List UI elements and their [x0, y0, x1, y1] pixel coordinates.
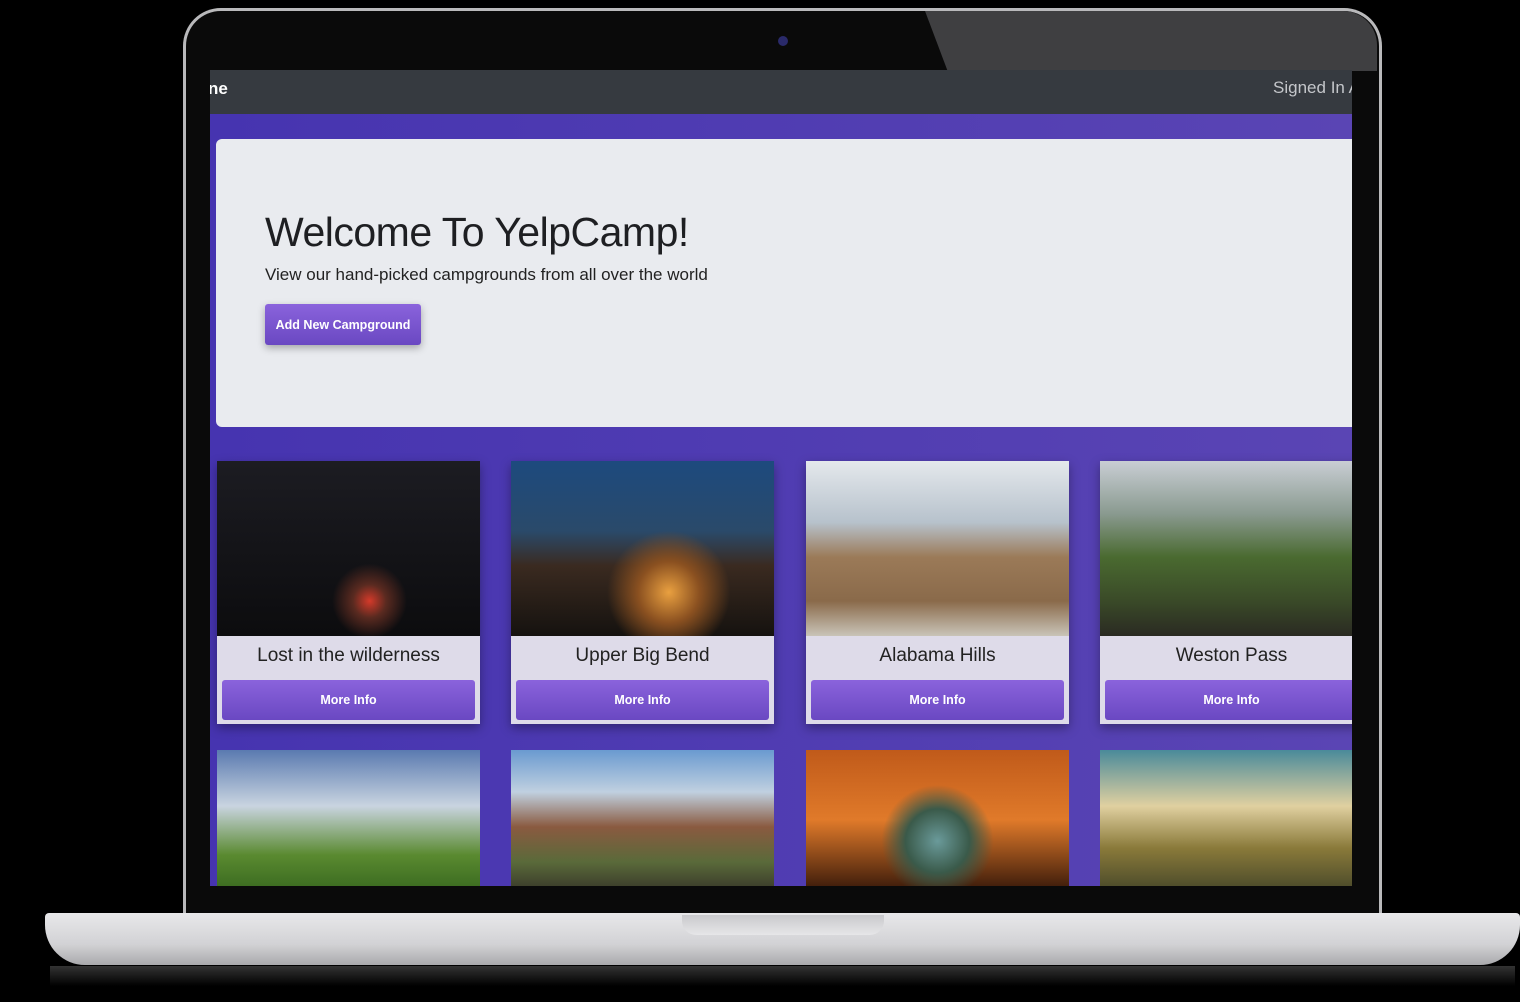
webcam-icon [778, 36, 788, 46]
campground-image[interactable] [511, 461, 774, 636]
navbar: ne Signed In A [210, 70, 1352, 114]
screen-glare [925, 11, 1377, 71]
laptop-reflection [50, 966, 1515, 986]
more-info-button[interactable]: More Info [811, 680, 1064, 720]
more-info-button[interactable]: More Info [222, 680, 475, 720]
campground-card: Alabama Hills More Info [806, 461, 1069, 724]
signed-in-status: Signed In A [1273, 78, 1352, 97]
navbar-brand[interactable]: ne [210, 79, 228, 99]
campground-card: Lost in the wilderness More Info [217, 461, 480, 724]
more-info-button[interactable]: More Info [1105, 680, 1352, 720]
jumbotron: Welcome To YelpCamp! View our hand-picke… [216, 139, 1352, 427]
campground-name: Weston Pass [1175, 645, 1288, 666]
page-title: Welcome To YelpCamp! [265, 209, 689, 255]
campground-name: Alabama Hills [879, 645, 996, 666]
campground-image[interactable] [1100, 461, 1352, 636]
campground-card: Upper Big Bend More Info [511, 461, 774, 724]
laptop-notch [682, 915, 884, 935]
add-campground-button[interactable]: Add New Campground [265, 304, 421, 345]
campground-image[interactable] [1100, 750, 1352, 886]
campground-name: Lost in the wilderness [257, 645, 440, 666]
campground-image[interactable] [511, 750, 774, 886]
more-info-button[interactable]: More Info [516, 680, 769, 720]
campground-name: Upper Big Bend [575, 645, 710, 666]
campground-image[interactable] [217, 750, 480, 886]
campground-image[interactable] [217, 461, 480, 636]
page-subtitle: View our hand-picked campgrounds from al… [265, 265, 708, 284]
browser-screen: ne Signed In A Welcome To YelpCamp! View… [210, 70, 1352, 886]
campground-card: Weston Pass More Info [1100, 461, 1352, 724]
campground-image[interactable] [806, 461, 1069, 636]
campground-image[interactable] [806, 750, 1069, 886]
